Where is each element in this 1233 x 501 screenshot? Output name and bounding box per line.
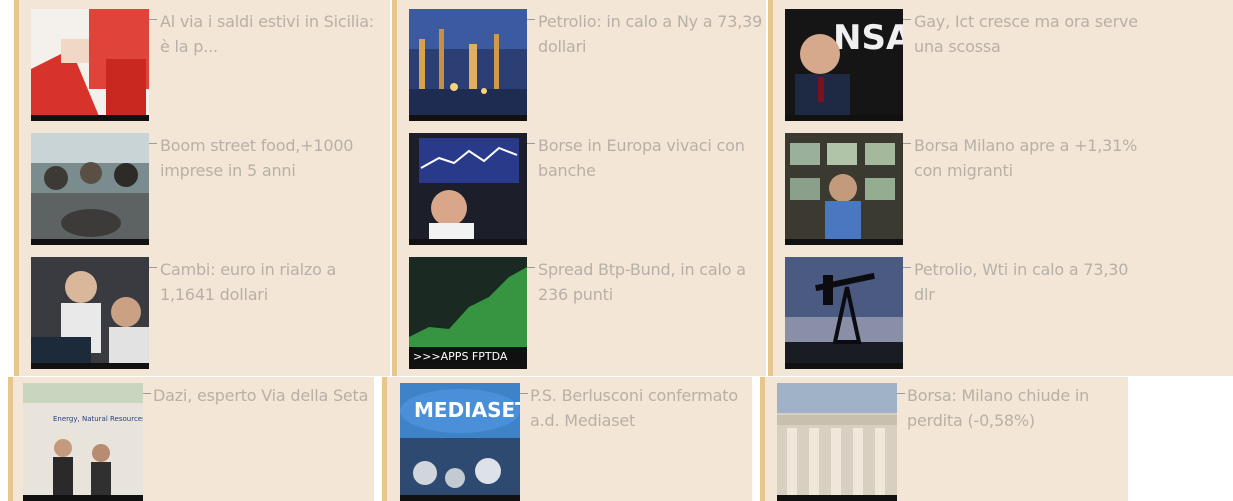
title-tick — [527, 19, 535, 20]
news-item[interactable]: >>>APPS FPTDA Spread Btp-Bund, in calo a… — [409, 257, 769, 369]
stock-exchange-building-icon[interactable] — [777, 383, 897, 501]
news-item[interactable]: Petrolio, Wti in calo a 73,30 dlr — [785, 257, 1145, 369]
news-title[interactable]: Dazi, esperto Via della Seta — [153, 383, 381, 408]
title-tick — [903, 267, 911, 268]
news-column-2: Petrolio: in calo a Ny a 73,39 dollari B… — [392, 0, 766, 376]
svg-text:Energy, Natural Resources: Energy, Natural Resources — [53, 415, 143, 423]
news-title[interactable]: Petrolio, Wti in calo a 73,30 dlr — [914, 257, 1142, 307]
oil-pump-icon[interactable] — [785, 257, 903, 369]
title-tick — [527, 267, 535, 268]
news-item[interactable]: Boom street food,+1000 imprese in 5 anni — [31, 133, 391, 245]
news-column-3: NSA Gay, Ict cresce ma ora serve una sco… — [768, 0, 1233, 376]
title-tick — [903, 143, 911, 144]
news-title[interactable]: Al via i saldi estivi in Sicilia: è la p… — [160, 9, 388, 59]
news-item[interactable]: Petrolio: in calo a Ny a 73,39 dollari — [409, 9, 769, 121]
news-item[interactable]: Borsa Milano apre a +1,31% con migranti — [785, 133, 1145, 245]
title-tick — [149, 143, 157, 144]
svg-text:MEDIASET: MEDIASET — [414, 398, 520, 422]
news-board: Al via i saldi estivi in Sicilia: è la p… — [0, 0, 1233, 501]
news-title[interactable]: Cambi: euro in rialzo a 1,1641 dollari — [160, 257, 388, 307]
trading-desk-icon[interactable] — [785, 133, 903, 245]
title-tick — [143, 393, 151, 394]
news-item[interactable]: Al via i saldi estivi in Sicilia: è la p… — [31, 9, 391, 121]
news-item[interactable]: Energy, Natural Resources Dazi, esperto … — [23, 383, 383, 501]
news-title[interactable]: Boom street food,+1000 imprese in 5 anni — [160, 133, 388, 183]
title-tick — [149, 267, 157, 268]
news-title[interactable]: Gay, Ict cresce ma ora serve una scossa — [914, 9, 1142, 59]
svg-text:>>>APPS FPTDA: >>>APPS FPTDA — [413, 350, 508, 363]
mediaset-tower-icon[interactable]: MEDIASET — [400, 383, 520, 501]
news-item[interactable]: Borse in Europa vivaci con banche — [409, 133, 769, 245]
stock-ticker-icon[interactable]: >>>APPS FPTDA — [409, 257, 527, 369]
news-item[interactable]: MEDIASET P.S. Berlusconi confermato a.d.… — [400, 383, 760, 501]
bottom-column-3: Borsa: Milano chiude in perdita (-0,58%) — [760, 377, 1128, 501]
news-title[interactable]: Borsa: Milano chiude in perdita (-0,58%) — [907, 383, 1135, 433]
title-tick — [527, 143, 535, 144]
street-food-crowd-icon[interactable] — [31, 133, 149, 245]
conference-icon[interactable]: Energy, Natural Resources — [23, 383, 143, 501]
refinery-icon[interactable] — [409, 9, 527, 121]
title-tick — [520, 393, 528, 394]
news-title[interactable]: Spread Btp-Bund, in calo a 236 punti — [538, 257, 766, 307]
news-title[interactable]: Borsa Milano apre a +1,31% con migranti — [914, 133, 1142, 183]
news-title[interactable]: P.S. Berlusconi confermato a.d. Mediaset — [530, 383, 758, 433]
news-title[interactable]: Borse in Europa vivaci con banche — [538, 133, 766, 183]
title-tick — [897, 393, 905, 394]
svg-text:NSA: NSA — [833, 18, 903, 58]
speaker-ansa-icon[interactable]: NSA — [785, 9, 903, 121]
bottom-column-1: Energy, Natural Resources Dazi, esperto … — [8, 377, 374, 501]
news-item[interactable]: Borsa: Milano chiude in perdita (-0,58%) — [777, 383, 1137, 501]
bottom-column-2: MEDIASET P.S. Berlusconi confermato a.d.… — [382, 377, 752, 501]
news-item[interactable]: Cambi: euro in rialzo a 1,1641 dollari — [31, 257, 391, 369]
title-tick — [903, 19, 911, 20]
traders-icon[interactable] — [31, 257, 149, 369]
trader-screen-icon[interactable] — [409, 133, 527, 245]
news-title[interactable]: Petrolio: in calo a Ny a 73,39 dollari — [538, 9, 766, 59]
news-item[interactable]: NSA Gay, Ict cresce ma ora serve una sco… — [785, 9, 1145, 121]
news-column-1: Al via i saldi estivi in Sicilia: è la p… — [14, 0, 390, 376]
shopping-bags-icon[interactable] — [31, 9, 149, 121]
title-tick — [149, 19, 157, 20]
